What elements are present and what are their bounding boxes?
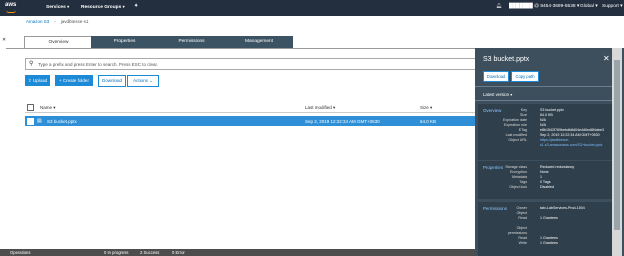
breadcrumb-bucket: javdbtesse-s1 [60,19,89,24]
overview-label: Overview [483,108,502,113]
panel-divider [475,86,612,87]
row-name[interactable]: S3 bucket.pptx [47,119,77,124]
search-icon: ⚲ [29,61,34,67]
kv-key: Object URL [508,138,527,142]
permissions-label: Permissions [483,206,507,211]
aws-logo[interactable]: aws [5,2,16,8]
close-icon[interactable]: ✕ [603,54,610,63]
panel-download-button[interactable]: Download [483,71,509,82]
upload-button[interactable]: ⇪ Upload [25,75,50,86]
column-name[interactable]: Name ▾ [40,105,56,111]
panel-scrollbar-thumb[interactable] [614,60,620,230]
tab-properties[interactable]: Properties [91,36,158,48]
search-input[interactable]: ⚲ Type a prefix and press Enter to searc… [25,58,477,70]
copy-path-button[interactable]: Copy path [511,71,539,82]
file-icon: ▤ [37,118,42,124]
services-menu[interactable]: Services ▾ [46,4,69,10]
properties-section: Properties Storage class Reduced redundan… [478,161,612,199]
tab-management[interactable]: Management [225,36,293,48]
support-menu[interactable]: Support ▾ [602,4,623,9]
account-menu[interactable]: ███████ @ 8454-3699-5538 ▾ [509,4,579,9]
kv-key: Object lock [509,185,527,189]
resource-groups-menu[interactable]: Resource Groups ▾ [81,4,125,10]
create-folder-button[interactable]: + Create folder [55,75,93,86]
actions-button[interactable]: Actions ⌄ [127,75,159,87]
operations-label[interactable]: Operations [10,250,30,255]
pin-icon[interactable]: ✦ [134,4,138,9]
tab-permissions[interactable]: Permissions [158,36,225,48]
overview-section: Overview Key S3 bucket.pptx Size 64.0 KB Exp… [478,104,612,160]
row-checkbox[interactable] [27,118,34,125]
table-header: Name ▾ Last modified ▾ Size ▾ [25,102,475,113]
success-count[interactable]: 2 Success [140,250,159,255]
properties-label: Properties [483,165,504,170]
latest-version-dropdown[interactable]: Latest version ▾ [483,92,512,97]
region-menu[interactable]: Global ▾ [580,4,598,9]
row-last-modified: Sep 2, 2019 12:22:34 AM GMT+0530 [305,118,380,124]
object-details-panel: S3 bucket.pptx ✕ Download Copy path Late… [475,48,624,256]
in-progress-count[interactable]: 0 In progress [104,250,128,255]
status-bar: Operations 0 In progress 2 Success 0 Err… [0,249,475,256]
top-nav: aws Services ▾ Resource Groups ▾ ✦ 🔔︎ ██… [0,0,624,16]
kv-value: 1 Grantees [540,241,558,245]
kv-value: s1.s3.amazonaws.com/S3+bucket.pptx [540,143,603,147]
panel-divider [475,100,612,101]
column-size[interactable]: Size ▾ [420,105,432,111]
breadcrumb-root[interactable]: Amazon S3 [26,19,49,24]
breadcrumb: Amazon S3 › javdbtesse-s1 [26,19,89,24]
kv-value: Disabled [540,185,554,189]
collapse-icon[interactable]: ✕ [2,37,6,43]
column-last-modified[interactable]: Last modified ▾ [305,105,335,111]
kv-key: Write [518,241,527,245]
aws-logo-smile [6,10,16,13]
panel-title: S3 bucket.pptx [483,56,530,63]
bell-icon[interactable]: 🔔︎ [496,4,502,9]
download-button[interactable]: Download [98,75,126,87]
row-size: 64.0 KB [420,118,437,124]
kv-key: Read [518,216,527,220]
kv-value: tatv-LabServices-Prod-1504 [540,206,585,210]
breadcrumb-separator: › [54,19,56,24]
search-placeholder: Type a prefix and press Enter to search.… [38,61,159,67]
table-row[interactable]: ▤ S3 bucket.pptx Sep 2, 2019 12:22:34 AM… [25,116,475,126]
permissions-section: Permissions Owner tatv-LabServices-Prod-1… [478,202,612,256]
error-count[interactable]: 0 Error [172,250,185,255]
select-all-checkbox[interactable] [27,103,34,111]
kv-value: 1 Grantees [540,216,558,220]
